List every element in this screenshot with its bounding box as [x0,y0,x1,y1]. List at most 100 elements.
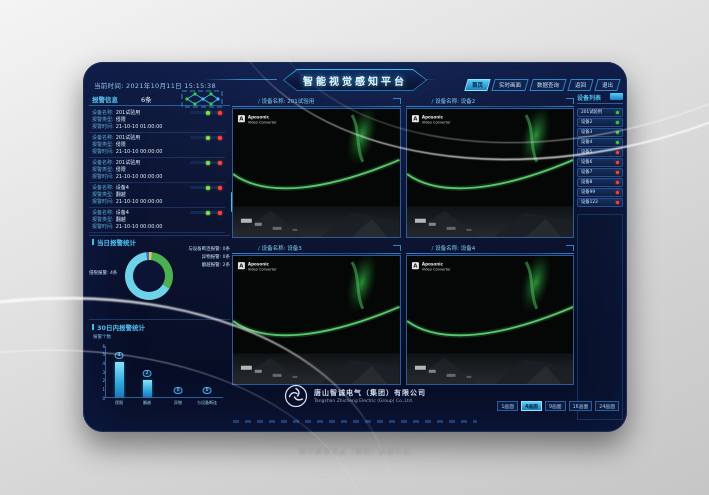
video-panel-title: 设备名称: 设备2 [432,97,476,105]
alarm-entry[interactable]: 设备名称:201试验用报警类型:侵限报警时间:21-10-10 00:00:00 [89,133,225,158]
video-feed[interactable]: A Aposonic Video Converter [406,255,575,385]
video-panel-2[interactable]: 设备名称: 设备2 A Aposonic Video C [406,95,575,238]
layout-button-4[interactable]: 24画面 [595,401,619,411]
device-list-item[interactable]: 设备123 [577,198,623,207]
device-status-dot [616,111,619,114]
alarm-list: 设备名称:201试验用报警类型:侵限报警时间:21-10-10 01:00:00… [89,108,225,234]
alarm-status-bar [190,161,222,164]
device-list-item[interactable]: 设备99 [577,188,623,197]
video-grid: 设备名称: 201试验用 A Aposonic Vide [232,95,574,385]
nav-button-3[interactable]: 返回 [567,79,593,91]
daily-alarm-donut-chart: 侵限报警: 4条翻越报警: 2条异物报警: 0条与设备断连报警: 0条 [89,248,230,318]
company-name-cn: 唐山智诚电气（集团）有限公司 [314,388,426,398]
alarm-field-value: 21-10-10 00:00:00 [116,224,163,230]
dashboard: 当前时间: 2021年10月11日 15:15:38 智能视觉感知平台 首页实时… [83,62,627,432]
layout-button-3[interactable]: 16画面 [569,401,593,411]
alarm-type-line: 报警类型:翻越 [92,217,225,224]
device-list-item[interactable]: 设备4 [577,138,623,147]
device-name: 设备8 [581,179,616,185]
device-list-item[interactable]: 设备2 [577,118,623,127]
green-status-dot [206,186,210,190]
decor-bracket [393,245,401,251]
alarm-panel-title: 报警信息 [92,94,118,104]
nav-button-2[interactable]: 数据查询 [529,79,566,91]
alarm-count: 6条 [141,94,152,104]
alarm-status-bar [190,211,222,214]
video-feed[interactable]: A Aposonic Video Converter [232,108,401,238]
device-list-header: 设备列表 [577,92,623,104]
device-list-item[interactable]: 设备7 [577,168,623,177]
video-feed[interactable]: A Aposonic Video Converter [406,108,575,238]
layout-button-1[interactable]: 4画面 [521,401,542,411]
svg-text:A: A [239,117,244,123]
screen-layout-buttons: 1画面 4画面9画面16画面 24画面 [497,401,619,411]
layout-button-label: 1画面 [501,403,514,410]
video-panel-header: 设备名称: 201试验用 [232,95,401,108]
video-feed[interactable]: A Aposonic Video Converter [232,255,401,385]
video-panel-1[interactable]: 设备名称: 201试验用 A Aposonic Vide [232,95,401,238]
video-panel-3[interactable]: 设备名称: 设备3 A Aposonic Video C [232,242,401,385]
decor-line [203,79,277,80]
alarm-field-label: 设备名称: [92,135,114,141]
alarm-field-label: 报警时间: [92,224,114,230]
svg-text:Video Converter: Video Converter [421,268,450,272]
alarm-entry[interactable]: 设备名称:201试验用报警类型:侵限报警时间:21-10-10 00:00:00 [89,158,225,183]
alarm-field-value: 侵限 [116,167,126,173]
video-frame: A Aposonic Video Converter [233,109,400,237]
y-axis-tick: 5 [98,352,105,357]
layout-button-0[interactable]: 1画面 [497,401,518,411]
alarm-entry[interactable]: 设备名称:设备4报警类型:翻越报警时间:21-10-10 00:00:00 [89,208,225,233]
y-axis-tick: 4 [98,361,105,366]
layout-button-label: 24画面 [599,403,615,410]
alarm-field-value: 翻越 [116,192,126,198]
svg-text:Aposonic: Aposonic [421,115,443,120]
video-panel-title: 设备名称: 设备3 [258,244,302,252]
alarm-field-label: 报警类型: [92,142,114,148]
alarm-entry[interactable]: 设备名称:设备4报警类型:翻越报警时间:21-10-10 00:00:00 [89,183,225,208]
monthly-alarm-stats-title: 30日内报警统计 [92,322,145,332]
alarm-field-label: 设备名称: [92,160,114,166]
video-panel-4[interactable]: 设备名称: 设备4 A Aposonic Video C [406,242,575,385]
alarm-type-line: 报警类型:侵限 [92,117,225,124]
nav-button-0[interactable]: 首页 [464,79,490,91]
device-list-action-button[interactable] [610,93,623,100]
donut-label: 异物报警: 0条 [202,254,230,260]
left-sidebar: 报警信息 6条 设备名称:201试验用报警类型:侵限报警时间:21-10-10 … [89,92,230,422]
company-logo-icon [284,384,308,408]
device-list-item[interactable]: 设备5 [577,148,623,157]
device-status-dot [616,161,619,164]
video-frame: A Aposonic Video Converter [407,109,574,237]
alarm-field-label: 设备名称: [92,110,114,116]
svg-text:Aposonic: Aposonic [421,262,443,267]
svg-text:A: A [413,264,418,270]
alarm-time-line: 报警时间:21-10-10 00:00:00 [92,174,225,181]
alarm-field-value: 侵限 [116,117,126,123]
device-list-item[interactable]: 设备3 [577,128,623,137]
alarm-field-label: 设备名称: [92,185,114,191]
bar-value-label: 4 [115,352,124,359]
nav-button-4[interactable]: 退出 [594,79,620,91]
alarm-field-label: 报警时间: [92,149,114,155]
device-status-dot [616,151,619,154]
video-panel-title: 设备名称: 设备4 [432,244,476,252]
nav-button-label: 实时画面 [499,81,521,89]
daily-alarm-stats-title: 当日报警统计 [92,237,136,247]
device-status-dot [616,131,619,134]
alarm-time-line: 报警时间:21-10-10 00:00:00 [92,199,225,206]
nav-button-1[interactable]: 实时画面 [491,79,528,91]
app-title-frame: 智能视觉感知平台 [283,69,427,91]
alarm-field-label: 报警时间: [92,174,114,180]
alarm-type-line: 报警类型:侵限 [92,142,225,149]
device-name: 设备6 [581,159,616,165]
nav-button-label: 数据查询 [537,81,559,89]
device-status-dot [616,141,619,144]
device-list-item[interactable]: 设备6 [577,158,623,167]
alarm-entry[interactable]: 设备名称:201试验用报警类型:侵限报警时间:21-10-10 01:00:00 [89,108,225,133]
red-status-dot [218,136,222,140]
device-list-item[interactable]: 201试验用 [577,108,623,117]
y-axis-tick: 3 [98,370,105,375]
divider [89,235,230,236]
layout-button-2[interactable]: 9画面 [545,401,566,411]
device-list-item[interactable]: 设备8 [577,178,623,187]
alarm-time-line: 报警时间:21-10-10 00:00:00 [92,224,225,231]
